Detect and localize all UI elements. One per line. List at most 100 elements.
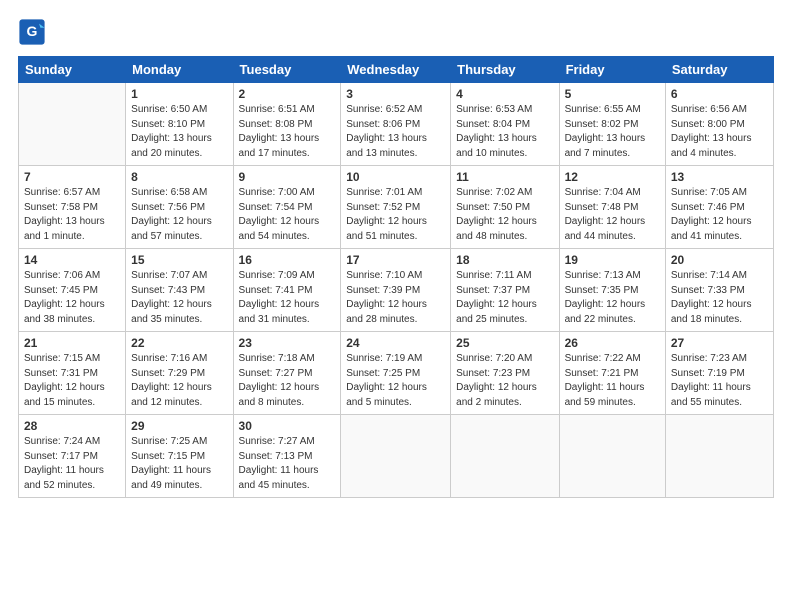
- cell-info: Sunrise: 7:20 AM Sunset: 7:23 PM Dayligh…: [456, 352, 553, 410]
- day-number: 19: [565, 253, 660, 267]
- day-number: 23: [239, 336, 336, 350]
- cell-info: Sunrise: 7:07 AM Sunset: 7:43 PM Dayligh…: [131, 269, 227, 327]
- calendar-cell: 19 Sunrise: 7:13 AM Sunset: 7:35 PM Dayli…: [559, 249, 665, 332]
- cell-info: Sunrise: 7:05 AM Sunset: 7:46 PM Dayligh…: [671, 186, 768, 244]
- cell-info: Sunrise: 7:09 AM Sunset: 7:41 PM Dayligh…: [239, 269, 336, 327]
- day-number: 16: [239, 253, 336, 267]
- week-row-5: 28 Sunrise: 7:24 AM Sunset: 7:17 PM Dayli…: [19, 415, 774, 498]
- cell-info: Sunrise: 7:01 AM Sunset: 7:52 PM Dayligh…: [346, 186, 445, 244]
- day-number: 3: [346, 87, 445, 101]
- cell-info: Sunrise: 7:13 AM Sunset: 7:35 PM Dayligh…: [565, 269, 660, 327]
- day-number: 11: [456, 170, 553, 184]
- page: G SundayMondayTuesdayWednesdayThursdayFr…: [0, 0, 792, 612]
- day-number: 28: [24, 419, 120, 433]
- header-saturday: Saturday: [665, 57, 773, 83]
- day-number: 15: [131, 253, 227, 267]
- week-row-1: 1 Sunrise: 6:50 AM Sunset: 8:10 PM Daylig…: [19, 83, 774, 166]
- cell-info: Sunrise: 7:22 AM Sunset: 7:21 PM Dayligh…: [565, 352, 660, 410]
- cell-info: Sunrise: 6:55 AM Sunset: 8:02 PM Dayligh…: [565, 103, 660, 161]
- calendar-cell: 3 Sunrise: 6:52 AM Sunset: 8:06 PM Daylig…: [341, 83, 451, 166]
- cell-info: Sunrise: 7:06 AM Sunset: 7:45 PM Dayligh…: [24, 269, 120, 327]
- day-number: 8: [131, 170, 227, 184]
- header-monday: Monday: [126, 57, 233, 83]
- week-row-4: 21Sunrise: 7:15 AM Sunset: 7:31 PM Dayli…: [19, 332, 774, 415]
- cell-info: Sunrise: 6:50 AM Sunset: 8:10 PM Dayligh…: [131, 103, 227, 161]
- calendar-cell: 5 Sunrise: 6:55 AM Sunset: 8:02 PM Daylig…: [559, 83, 665, 166]
- calendar-cell: 21Sunrise: 7:15 AM Sunset: 7:31 PM Dayli…: [19, 332, 126, 415]
- cell-info: Sunrise: 7:00 AM Sunset: 7:54 PM Dayligh…: [239, 186, 336, 244]
- svg-text:G: G: [27, 23, 38, 39]
- cell-info: Sunrise: 6:56 AM Sunset: 8:00 PM Dayligh…: [671, 103, 768, 161]
- header-sunday: Sunday: [19, 57, 126, 83]
- calendar-cell: 1 Sunrise: 6:50 AM Sunset: 8:10 PM Daylig…: [126, 83, 233, 166]
- cell-info: Sunrise: 7:04 AM Sunset: 7:48 PM Dayligh…: [565, 186, 660, 244]
- calendar-cell: 6 Sunrise: 6:56 AM Sunset: 8:00 PM Daylig…: [665, 83, 773, 166]
- calendar-cell: 26 Sunrise: 7:22 AM Sunset: 7:21 PM Dayli…: [559, 332, 665, 415]
- day-number: 20: [671, 253, 768, 267]
- calendar-cell: 22Sunrise: 7:16 AM Sunset: 7:29 PM Dayli…: [126, 332, 233, 415]
- day-number: 6: [671, 87, 768, 101]
- calendar: SundayMondayTuesdayWednesdayThursdayFrid…: [18, 56, 774, 498]
- calendar-cell: 15 Sunrise: 7:07 AM Sunset: 7:43 PM Dayli…: [126, 249, 233, 332]
- day-number: 7: [24, 170, 120, 184]
- header-tuesday: Tuesday: [233, 57, 341, 83]
- cell-info: Sunrise: 7:27 AM Sunset: 7:13 PM Dayligh…: [239, 435, 336, 493]
- header: G: [18, 18, 774, 46]
- day-number: 30: [239, 419, 336, 433]
- cell-info: Sunrise: 6:53 AM Sunset: 8:04 PM Dayligh…: [456, 103, 553, 161]
- calendar-cell: 28 Sunrise: 7:24 AM Sunset: 7:17 PM Dayli…: [19, 415, 126, 498]
- week-row-2: 7 Sunrise: 6:57 AM Sunset: 7:58 PM Daylig…: [19, 166, 774, 249]
- cell-info: Sunrise: 6:57 AM Sunset: 7:58 PM Dayligh…: [24, 186, 120, 244]
- day-number: 24: [346, 336, 445, 350]
- cell-info: Sunrise: 6:52 AM Sunset: 8:06 PM Dayligh…: [346, 103, 445, 161]
- day-number: 2: [239, 87, 336, 101]
- cell-info: Sunrise: 7:19 AM Sunset: 7:25 PM Dayligh…: [346, 352, 445, 410]
- header-thursday: Thursday: [451, 57, 559, 83]
- day-number: 17: [346, 253, 445, 267]
- calendar-cell: 25 Sunrise: 7:20 AM Sunset: 7:23 PM Dayli…: [451, 332, 559, 415]
- calendar-cell: 7 Sunrise: 6:57 AM Sunset: 7:58 PM Daylig…: [19, 166, 126, 249]
- calendar-cell: [341, 415, 451, 498]
- day-number: 26: [565, 336, 660, 350]
- calendar-cell: 8 Sunrise: 6:58 AM Sunset: 7:56 PM Daylig…: [126, 166, 233, 249]
- cell-info: Sunrise: 7:10 AM Sunset: 7:39 PM Dayligh…: [346, 269, 445, 327]
- calendar-header-row: SundayMondayTuesdayWednesdayThursdayFrid…: [19, 57, 774, 83]
- header-wednesday: Wednesday: [341, 57, 451, 83]
- calendar-cell: 23 Sunrise: 7:18 AM Sunset: 7:27 PM Dayli…: [233, 332, 341, 415]
- cell-info: Sunrise: 7:24 AM Sunset: 7:17 PM Dayligh…: [24, 435, 120, 493]
- day-number: 14: [24, 253, 120, 267]
- calendar-cell: [451, 415, 559, 498]
- day-number: 13: [671, 170, 768, 184]
- logo-icon: G: [18, 18, 46, 46]
- calendar-cell: 18 Sunrise: 7:11 AM Sunset: 7:37 PM Dayli…: [451, 249, 559, 332]
- calendar-cell: 20Sunrise: 7:14 AM Sunset: 7:33 PM Dayli…: [665, 249, 773, 332]
- calendar-cell: 4 Sunrise: 6:53 AM Sunset: 8:04 PM Daylig…: [451, 83, 559, 166]
- cell-info: Sunrise: 7:11 AM Sunset: 7:37 PM Dayligh…: [456, 269, 553, 327]
- day-number: 10: [346, 170, 445, 184]
- calendar-cell: 27Sunrise: 7:23 AM Sunset: 7:19 PM Dayli…: [665, 332, 773, 415]
- day-number: 4: [456, 87, 553, 101]
- day-number: 29: [131, 419, 227, 433]
- cell-info: Sunrise: 7:18 AM Sunset: 7:27 PM Dayligh…: [239, 352, 336, 410]
- calendar-cell: 2 Sunrise: 6:51 AM Sunset: 8:08 PM Daylig…: [233, 83, 341, 166]
- calendar-cell: 13 Sunrise: 7:05 AM Sunset: 7:46 PM Dayli…: [665, 166, 773, 249]
- week-row-3: 14 Sunrise: 7:06 AM Sunset: 7:45 PM Dayli…: [19, 249, 774, 332]
- day-number: 12: [565, 170, 660, 184]
- calendar-cell: 17 Sunrise: 7:10 AM Sunset: 7:39 PM Dayli…: [341, 249, 451, 332]
- cell-info: Sunrise: 7:15 AM Sunset: 7:31 PM Dayligh…: [24, 352, 120, 410]
- cell-info: Sunrise: 6:51 AM Sunset: 8:08 PM Dayligh…: [239, 103, 336, 161]
- day-number: 1: [131, 87, 227, 101]
- logo: G: [18, 18, 50, 46]
- calendar-cell: 30 Sunrise: 7:27 AM Sunset: 7:13 PM Dayli…: [233, 415, 341, 498]
- calendar-cell: 9 Sunrise: 7:00 AM Sunset: 7:54 PM Daylig…: [233, 166, 341, 249]
- cell-info: Sunrise: 6:58 AM Sunset: 7:56 PM Dayligh…: [131, 186, 227, 244]
- day-number: 9: [239, 170, 336, 184]
- day-number: 5: [565, 87, 660, 101]
- calendar-cell: 14 Sunrise: 7:06 AM Sunset: 7:45 PM Dayli…: [19, 249, 126, 332]
- header-friday: Friday: [559, 57, 665, 83]
- day-number: 18: [456, 253, 553, 267]
- day-number: 25: [456, 336, 553, 350]
- calendar-cell: [665, 415, 773, 498]
- calendar-cell: 16 Sunrise: 7:09 AM Sunset: 7:41 PM Dayli…: [233, 249, 341, 332]
- cell-info: Sunrise: 7:02 AM Sunset: 7:50 PM Dayligh…: [456, 186, 553, 244]
